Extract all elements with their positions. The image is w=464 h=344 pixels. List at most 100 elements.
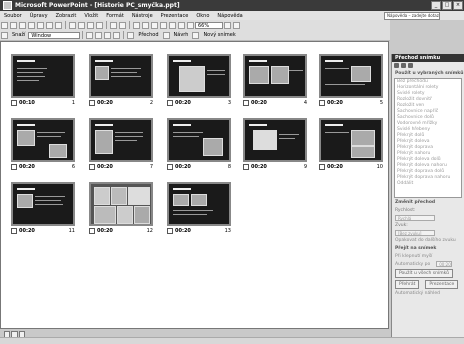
loop-sound-checkbox[interactable]: Opakovat do dalšího zvuku: [392, 237, 464, 244]
slide-number: 7: [149, 163, 153, 170]
back-icon[interactable]: [394, 63, 399, 68]
slide-preview: [167, 118, 231, 162]
new-slide-icon[interactable]: [192, 31, 200, 39]
speed-label: Rychlost:: [395, 208, 416, 213]
title-bar: Microsoft PowerPoint - [Historie PC_smyč…: [0, 0, 464, 11]
apply-all-button[interactable]: Použít u všech snímků: [395, 269, 453, 278]
underline-icon[interactable]: [104, 31, 112, 39]
menu-prezentace[interactable]: Prezentace: [157, 13, 193, 19]
menu-upravy[interactable]: Úpravy: [26, 13, 52, 19]
task-pane-title: Přechod snímku: [392, 54, 464, 62]
insert-hyperlink-icon[interactable]: [160, 21, 167, 29]
insert-table-icon[interactable]: [142, 21, 149, 29]
speed-select[interactable]: Rychlá: [395, 215, 435, 221]
slide-preview: [243, 118, 307, 162]
minimize-button[interactable]: _: [431, 1, 441, 10]
autopreview-checkbox[interactable]: Automatický náhled: [392, 290, 464, 297]
transition-icon[interactable]: [127, 31, 135, 39]
restore-button[interactable]: □: [442, 1, 452, 10]
new-slide-button[interactable]: Nový snímek: [200, 32, 238, 38]
slide-thumbnail[interactable]: 00:20 2: [89, 54, 153, 106]
transition-indicator-icon: [167, 99, 173, 106]
slide-thumbnail[interactable]: 00:20 5: [319, 54, 383, 106]
menu-zobrazit[interactable]: Zobrazit: [52, 13, 81, 19]
transition-label[interactable]: Přechod: [135, 32, 161, 38]
copy-icon[interactable]: [78, 21, 85, 29]
slide-thumbnail[interactable]: 00:10 1: [11, 54, 75, 106]
slide-thumbnail[interactable]: 00:20 4: [243, 54, 307, 106]
save-icon[interactable]: [19, 21, 26, 29]
slide-timing: 00:20: [19, 163, 35, 170]
slide-thumbnail[interactable]: 00:20 9: [243, 118, 307, 170]
auto-after-checkbox[interactable]: Automaticky po: [392, 261, 433, 268]
sound-select[interactable]: [Bez zvuku]: [395, 230, 435, 236]
slide-thumbnail[interactable]: 00:20 8: [167, 118, 231, 170]
slide-thumbnail[interactable]: 00:20 13: [167, 182, 231, 234]
design-tasks-icon[interactable]: [1, 31, 8, 39]
design-button[interactable]: Návrh: [171, 32, 192, 38]
transition-indicator-icon: [11, 227, 17, 234]
slide-timing: 00:20: [327, 99, 343, 106]
show-formatting-icon[interactable]: [178, 21, 185, 29]
italic-icon[interactable]: [95, 31, 103, 39]
toolbar-separator: [106, 21, 107, 29]
menu-napoveda[interactable]: Nápověda: [213, 13, 246, 19]
toolbar-separator: [65, 21, 66, 29]
slide-thumbnail[interactable]: 00:20 7: [89, 118, 153, 170]
design-icon[interactable]: [162, 31, 170, 39]
menu-format[interactable]: Formát: [102, 13, 128, 19]
slide-number: 4: [303, 99, 307, 106]
menu-soubor[interactable]: Soubor: [0, 13, 26, 19]
home-icon[interactable]: [408, 63, 413, 68]
cut-icon[interactable]: [69, 21, 76, 29]
slide-number: 13: [224, 227, 231, 234]
redo-icon[interactable]: [119, 21, 126, 29]
view-combo[interactable]: Window: [28, 31, 81, 39]
expand-all-icon[interactable]: [169, 21, 176, 29]
play-button[interactable]: Přehrát: [395, 280, 420, 289]
paste-icon[interactable]: [87, 21, 94, 29]
slide-thumbnail[interactable]: 00:20 11: [11, 182, 75, 234]
print-preview-icon[interactable]: [46, 21, 53, 29]
design-label[interactable]: Snaží: [9, 32, 28, 38]
slide-timing: 00:20: [251, 163, 267, 170]
menu-vlozit[interactable]: Vložit: [80, 13, 102, 19]
slide-number: 3: [227, 99, 231, 106]
help-search-input[interactable]: Nápověda – zadejte dotaz: [384, 11, 440, 20]
forward-icon[interactable]: [401, 63, 406, 68]
slide-thumbnail[interactable]: 00:20 6: [11, 118, 75, 170]
slide-preview: [11, 54, 75, 98]
transition-indicator-icon: [167, 163, 173, 170]
menu-nastroje[interactable]: Nástroje: [128, 13, 157, 19]
menu-okno[interactable]: Okno: [192, 13, 213, 19]
transition-item[interactable]: Oddálit: [395, 181, 461, 187]
bold-icon[interactable]: [86, 31, 94, 39]
slide-timing: 00:20: [19, 227, 35, 234]
slide-number: 1: [71, 99, 75, 106]
tables-borders-icon[interactable]: [151, 21, 158, 29]
new-document-icon[interactable]: [1, 21, 8, 29]
on-mouse-click-checkbox[interactable]: Při klepnutí myší: [392, 253, 464, 260]
zoom-select[interactable]: 66%: [195, 21, 223, 29]
slide-thumbnail[interactable]: 00:20 12: [89, 182, 153, 234]
print-icon[interactable]: [37, 21, 44, 29]
slide-thumbnail[interactable]: 00:20 3: [167, 54, 231, 106]
open-folder-icon[interactable]: [10, 21, 17, 29]
spelling-icon[interactable]: [55, 21, 62, 29]
help-icon[interactable]: [233, 21, 240, 29]
undo-icon[interactable]: [110, 21, 117, 29]
align-icon[interactable]: [113, 31, 121, 39]
grayscale-icon[interactable]: [187, 21, 194, 29]
insert-chart-icon[interactable]: [133, 21, 140, 29]
permission-icon[interactable]: [28, 21, 35, 29]
zoom-dropdown-icon[interactable]: [224, 21, 231, 29]
close-button[interactable]: ×: [453, 1, 463, 10]
slide-number: 9: [303, 163, 307, 170]
slide-thumbnail[interactable]: 00:20 10: [319, 118, 383, 170]
toolbar-separator: [129, 21, 130, 29]
format-painter-icon[interactable]: [96, 21, 103, 29]
slideshow-button[interactable]: Prezentace: [425, 280, 459, 289]
slide-timing: 00:20: [175, 163, 191, 170]
auto-time-input[interactable]: 00:20: [436, 261, 453, 267]
slide-timing: 00:20: [97, 99, 113, 106]
